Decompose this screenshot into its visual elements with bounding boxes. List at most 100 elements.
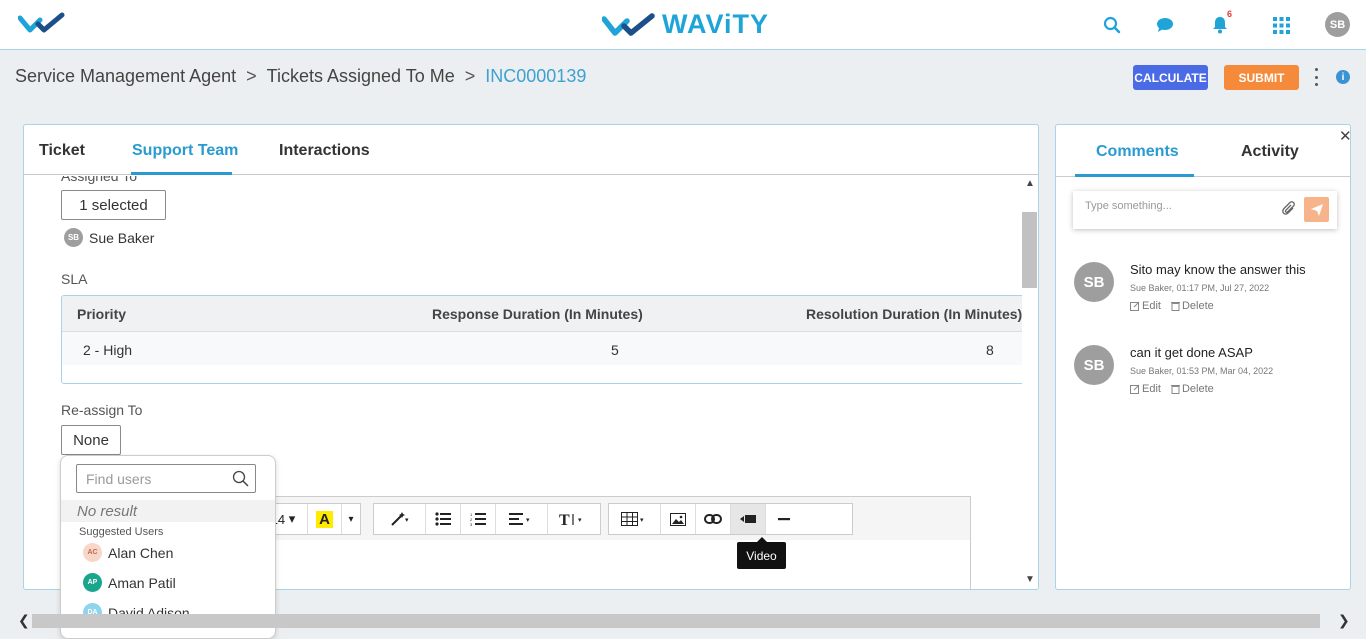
numbered-list-icon[interactable]: 123	[461, 504, 496, 534]
close-icon[interactable]: ✕	[1339, 127, 1352, 145]
link-icon[interactable]	[696, 504, 731, 534]
active-tab-indicator	[1075, 174, 1194, 177]
table-icon[interactable]: ▾	[609, 504, 661, 534]
side-tabs: Comments Activity ✕	[1056, 125, 1352, 177]
table-row: 2 - High 5 8	[62, 332, 1022, 365]
user-name: Alan Chen	[108, 544, 174, 561]
scroll-right-icon[interactable]: ❯	[1338, 612, 1350, 629]
sla-label: SLA	[61, 271, 88, 287]
comment-meta: Sue Baker, 01:17 PM, Jul 27, 2022	[1130, 283, 1270, 293]
ticket-tabs: Ticket Support Team Interactions	[24, 125, 1038, 175]
scroll-up-icon[interactable]: ▲	[1025, 178, 1035, 189]
horizontal-rule-icon[interactable]	[766, 504, 801, 534]
edit-label: Edit	[1142, 383, 1161, 395]
user-name: Aman Patil	[108, 574, 176, 591]
assigned-to-select[interactable]: 1 selected	[61, 190, 166, 220]
align-icon[interactable]: ▾	[496, 504, 548, 534]
scrollbar-thumb[interactable]	[32, 614, 1320, 628]
breadcrumb: Service Management Agent > Tickets Assig…	[15, 66, 586, 87]
line-height-icon[interactable]: T ▾	[548, 504, 600, 534]
notification-count: 6	[1226, 9, 1232, 19]
delete-label: Delete	[1181, 300, 1214, 312]
breadcrumb-separator: >	[246, 66, 257, 86]
svg-text:3: 3	[470, 522, 473, 526]
comment-actions: Edit Delete	[1130, 300, 1214, 312]
breadcrumb-item-tickets[interactable]: Tickets Assigned To Me	[267, 66, 455, 87]
tab-interactions[interactable]: Interactions	[279, 142, 370, 160]
notification-bell-icon[interactable]: 6	[1209, 9, 1232, 36]
avatar: AP	[83, 573, 102, 592]
breadcrumb-current-ticket: INC0000139	[485, 66, 587, 86]
format-group: ▾ 123 ▾ T ▾	[373, 503, 601, 535]
vertical-scrollbar[interactable]: ▲ ▼	[1022, 176, 1038, 589]
apps-grid-icon[interactable]	[1270, 14, 1292, 36]
avatar: SB	[1074, 262, 1114, 302]
reassign-to-select[interactable]: None	[61, 425, 121, 455]
reassign-to-label: Re-assign To	[61, 402, 143, 418]
more-options-icon[interactable]	[1310, 68, 1322, 86]
tab-comments[interactable]: Comments	[1096, 143, 1179, 161]
edit-icon	[1130, 301, 1140, 311]
brand-mark-icon	[602, 12, 655, 36]
text-color-icon: A	[316, 510, 333, 528]
color-dropdown-icon[interactable]: ▾	[342, 504, 360, 534]
home-logo[interactable]	[17, 12, 68, 39]
delete-comment-button[interactable]: Delete	[1170, 383, 1214, 395]
highlight-color-button[interactable]: A	[308, 504, 342, 534]
insert-group: ▾	[608, 503, 853, 535]
trash-icon	[1170, 385, 1180, 394]
edit-comment-button[interactable]: Edit	[1130, 383, 1161, 395]
active-tab-indicator	[131, 172, 232, 175]
submit-button[interactable]: SUBMIT	[1224, 65, 1299, 90]
brand-name: WAViTY	[662, 9, 770, 39]
edit-comment-button[interactable]: Edit	[1130, 300, 1161, 312]
comment-item: SB Sito may know the answer this Sue Bak…	[1074, 262, 1344, 322]
top-bar: WAViTY 6 SB	[0, 0, 1366, 50]
scrollbar-thumb[interactable]	[1022, 212, 1037, 288]
breadcrumb-item-service-management[interactable]: Service Management Agent	[15, 66, 236, 87]
svg-text:▾: ▾	[405, 517, 409, 524]
calculate-button[interactable]: CALCULATE	[1133, 65, 1208, 90]
avatar: AC	[83, 543, 102, 562]
list-item[interactable]: AP Aman Patil	[83, 573, 176, 592]
comment-text: Sito may know the answer this	[1130, 262, 1306, 277]
svg-text:▾: ▾	[526, 517, 530, 524]
user-avatar[interactable]: SB	[1325, 12, 1350, 37]
delete-comment-button[interactable]: Delete	[1170, 300, 1214, 312]
comment-input[interactable]	[1085, 200, 1275, 212]
attachment-icon[interactable]	[1282, 201, 1296, 222]
search-icon[interactable]	[1101, 14, 1123, 36]
bullet-list-icon[interactable]	[426, 504, 461, 534]
video-icon[interactable]	[731, 504, 766, 534]
find-users-field[interactable]	[76, 464, 256, 493]
avatar: SB	[64, 228, 83, 247]
assigned-user-name: Sue Baker	[89, 229, 155, 246]
delete-label: Delete	[1181, 383, 1214, 395]
avatar: SB	[1074, 345, 1114, 385]
list-item[interactable]: AC Alan Chen	[83, 543, 173, 562]
image-icon[interactable]	[661, 504, 696, 534]
trash-icon	[1170, 302, 1180, 311]
tab-support-team[interactable]: Support Team	[132, 142, 238, 160]
chat-icon[interactable]	[1154, 14, 1176, 36]
suggested-users-label: Suggested Users	[79, 526, 164, 538]
edit-label: Edit	[1142, 300, 1161, 312]
table-header: Priority Response Duration (In Minutes) …	[62, 296, 1022, 332]
info-icon[interactable]: i	[1336, 70, 1350, 84]
horizontal-scrollbar[interactable]: ❮ ❯	[0, 609, 1366, 634]
svg-text:▾: ▾	[578, 517, 582, 524]
scroll-down-icon[interactable]: ▼	[1025, 574, 1035, 585]
no-result-message: No result	[61, 500, 275, 522]
breadcrumb-separator: >	[464, 66, 476, 86]
tab-ticket[interactable]: Ticket	[39, 142, 85, 160]
send-button[interactable]	[1304, 197, 1329, 222]
tab-activity[interactable]: Activity	[1241, 143, 1299, 161]
svg-text:▾: ▾	[640, 517, 644, 524]
scroll-left-icon[interactable]: ❮	[18, 612, 30, 629]
comment-actions: Edit Delete	[1130, 383, 1214, 395]
svg-text:T: T	[559, 512, 570, 527]
search-input[interactable]	[86, 470, 226, 487]
magic-wand-icon[interactable]: ▾	[374, 504, 426, 534]
comment-item: SB can it get done ASAP Sue Baker, 01:53…	[1074, 345, 1344, 405]
cell-priority: 2 - High	[83, 342, 133, 358]
